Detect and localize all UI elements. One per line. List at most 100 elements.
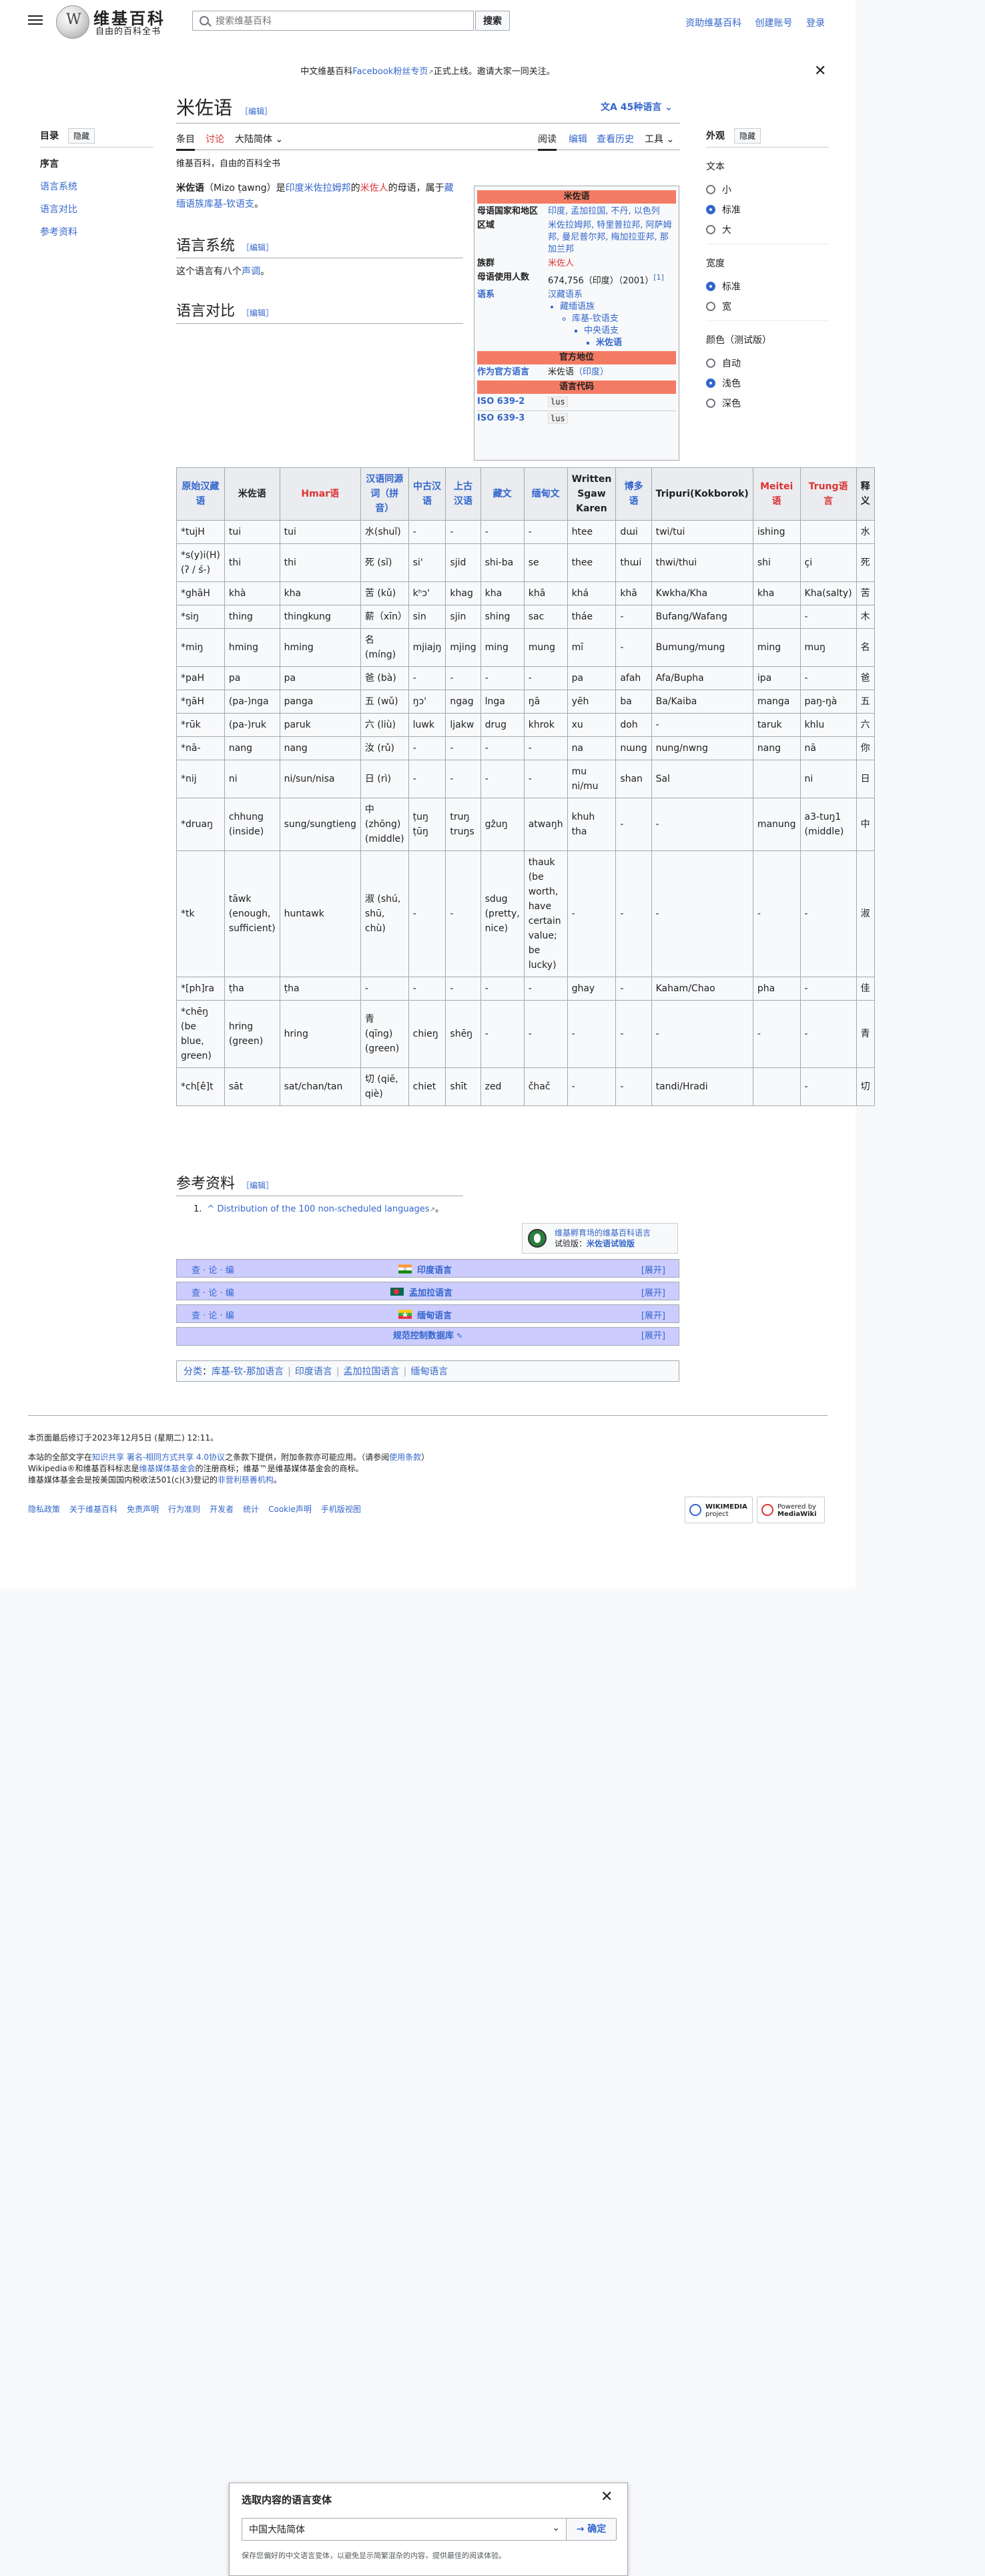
footer-link[interactable]: 关于维基百科 (69, 1505, 117, 1514)
tab-article[interactable]: 条目 (176, 132, 195, 151)
footer-link[interactable]: 免责声明 (127, 1505, 159, 1514)
languages-button[interactable]: 文A 45种语言 ⌄ (601, 100, 673, 113)
hamburger-menu-icon[interactable] (28, 13, 43, 25)
ref-link[interactable]: Distribution of the 100 non-scheduled la… (217, 1204, 429, 1214)
authority-title[interactable]: 规范控制数据库 (393, 1331, 454, 1341)
navbox-vde-links[interactable]: 查 · 论 · 编 (192, 1286, 234, 1298)
variant-dropdown[interactable]: 大陆简体 ⌄ (235, 132, 283, 146)
col-header[interactable]: 藏文 (480, 467, 525, 521)
toc-hide-button[interactable]: 隐藏 (68, 128, 95, 144)
section-edit-link[interactable]: ［编辑］ (242, 308, 274, 318)
close-icon[interactable]: ✕ (601, 2489, 613, 2505)
table-cell: sung/sungtieng (279, 798, 361, 851)
close-icon[interactable]: ✕ (814, 63, 826, 79)
navbox-title[interactable]: 印度语言 (417, 1263, 452, 1276)
dialog-title: 选取内容的语言变体 (242, 2494, 332, 2506)
appearance-hide-button[interactable]: 隐藏 (734, 128, 761, 144)
col-header[interactable]: 博多语 (615, 467, 652, 521)
mediawiki-badge[interactable]: Powered by MediaWiki (757, 1497, 825, 1523)
tools-dropdown[interactable]: 工具 ⌄ (645, 132, 674, 146)
table-cell: panga (279, 690, 361, 714)
toc-item-refs[interactable]: 参考资料 (40, 225, 153, 238)
color-auto[interactable]: 自动 (706, 353, 829, 373)
table-cell: ming (480, 628, 525, 667)
navbox-bangladesh: 查 · 论 · 编 孟加拉语言 [展开] (176, 1282, 679, 1300)
navbox-expand[interactable]: [展开] (641, 1308, 665, 1321)
navbox-title[interactable]: 缅甸语言 (417, 1308, 452, 1321)
radio-icon (706, 185, 715, 194)
navbox-vde-links[interactable]: 查 · 论 · 编 (192, 1308, 234, 1321)
footer-link[interactable]: 统计 (243, 1505, 259, 1514)
search-box[interactable] (192, 11, 474, 31)
link-tone[interactable]: 声调 (242, 266, 260, 277)
section-edit-link[interactable]: ［编辑］ (242, 1181, 274, 1190)
toc-item-intro[interactable]: 序言 (40, 157, 153, 170)
page-tabs: 条目 讨论 大陆简体 ⌄ 阅读 编辑 查看历史 工具 ⌄ (176, 130, 680, 151)
footer-link[interactable]: 隐私政策 (28, 1505, 60, 1514)
table-cell: - (408, 760, 446, 798)
toc-item-system[interactable]: 语言系统 (40, 180, 153, 193)
navbox-myanmar: 查 · 论 · 编 缅甸语言 [展开] (176, 1304, 679, 1323)
create-account-link[interactable]: 创建账号 (755, 18, 793, 29)
link-mizoram[interactable]: 米佐拉姆邦 (304, 183, 351, 194)
table-cell: htee (567, 520, 617, 544)
confirm-button[interactable]: → 确定 (566, 2518, 617, 2541)
tab-history[interactable]: 查看历史 (597, 132, 634, 146)
section-edit-link[interactable]: ［编辑］ (242, 243, 274, 252)
tab-talk[interactable]: 讨论 (206, 132, 224, 146)
ref-backlink[interactable]: ^ (207, 1204, 214, 1214)
link-india[interactable]: 印度 (286, 183, 304, 194)
search-button[interactable]: 搜索 (475, 11, 510, 31)
facebook-link[interactable]: Facebook粉丝专页 (352, 67, 428, 77)
variant-select[interactable]: 中国大陆简体 ⌄ (242, 2518, 567, 2541)
link-mizo-people[interactable]: 米佐人 (360, 183, 388, 194)
col-header[interactable]: 中古汉语 (408, 467, 446, 521)
color-section: 颜色（测试版） 自动 浅色 深色 (706, 333, 829, 417)
wikimedia-badge[interactable]: WIKIMEDIA project (685, 1497, 753, 1523)
footer-link[interactable]: 行为准则 (168, 1505, 200, 1514)
toc-item-compare[interactable]: 语言对比 (40, 202, 153, 216)
tab-edit[interactable]: 编辑 (569, 132, 587, 146)
col-header[interactable]: 原始汉藏语 (176, 467, 225, 521)
navbox-expand[interactable]: [展开] (641, 1286, 665, 1298)
category-link[interactable]: 库基-钦-那加语言 (212, 1366, 284, 1377)
donate-link[interactable]: 资助维基百科 (685, 18, 741, 29)
title-edit-link[interactable]: ［编辑］ (240, 107, 272, 116)
text-size-large[interactable]: 大 (706, 220, 829, 240)
category-link[interactable]: 缅甸语言 (410, 1366, 448, 1377)
pencil-icon[interactable]: ✎ (456, 1332, 462, 1340)
tab-read[interactable]: 阅读 (538, 132, 557, 151)
table-cell: nang (224, 736, 280, 760)
category-link[interactable]: 印度语言 (295, 1366, 332, 1377)
width-standard[interactable]: 标准 (706, 276, 829, 296)
col-header[interactable]: Trung语言 (799, 467, 857, 521)
table-cell: *siŋ (176, 605, 225, 629)
color-light[interactable]: 浅色 (706, 373, 829, 393)
footer-link[interactable]: 开发者 (210, 1505, 234, 1514)
col-header[interactable]: Meitei语 (752, 467, 801, 521)
col-header[interactable]: 缅甸文 (523, 467, 568, 521)
text-size-standard[interactable]: 标准 (706, 200, 829, 220)
table-cell: khà (224, 581, 280, 605)
col-header[interactable]: 汉语同源词（拼音） (360, 467, 409, 521)
navbox-expand[interactable]: [展开] (641, 1263, 665, 1276)
table-cell: shi (752, 543, 801, 582)
wikipedia-globe-logo[interactable]: W (56, 5, 89, 39)
footer-link[interactable]: Cookie声明 (268, 1505, 312, 1514)
category-link[interactable]: 孟加拉国语言 (344, 1366, 400, 1377)
table-cell: (pa-)ruk (224, 713, 280, 737)
footer-link[interactable]: 手机版视图 (321, 1505, 361, 1514)
authority-expand[interactable]: [展开] (641, 1328, 665, 1345)
login-link[interactable]: 登录 (806, 18, 825, 29)
table-cell: atwaŋh (523, 798, 568, 851)
navbox-title[interactable]: 孟加拉语言 (409, 1286, 452, 1298)
col-header[interactable]: 上古汉语 (445, 467, 481, 521)
color-dark[interactable]: 深色 (706, 393, 829, 413)
width-wide[interactable]: 宽 (706, 296, 829, 316)
search-input[interactable] (214, 14, 470, 29)
table-cell: Kaham/Chao (651, 977, 753, 1001)
navbox-vde-links[interactable]: 查 · 论 · 编 (192, 1263, 234, 1276)
citation-link[interactable]: [1] (653, 273, 663, 282)
text-size-small[interactable]: 小 (706, 180, 829, 200)
col-header[interactable]: Hmar语 (279, 467, 361, 521)
